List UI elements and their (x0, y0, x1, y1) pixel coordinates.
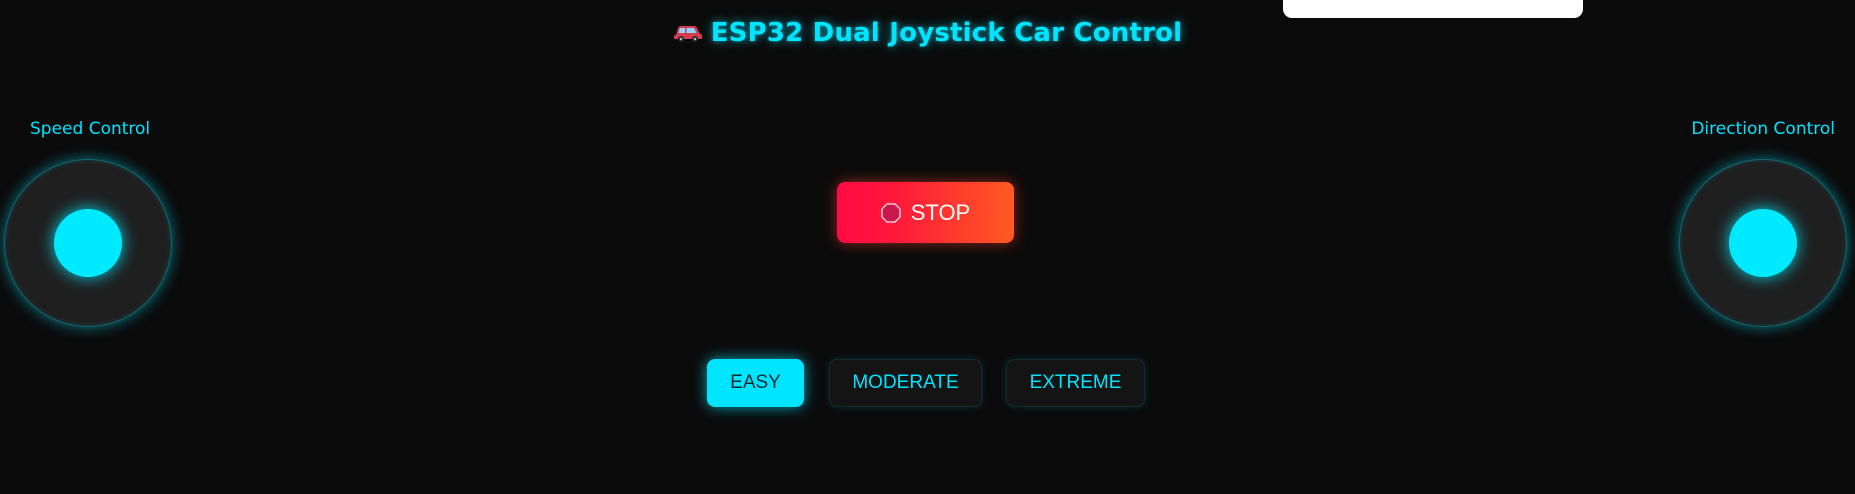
page-title-text: ESP32 Dual Joystick Car Control (710, 18, 1183, 48)
mode-moderate-button[interactable]: MODERATE (829, 359, 982, 407)
mode-extreme-button[interactable]: EXTREME (1006, 359, 1145, 407)
page-title: ESP32 Dual Joystick Car Control (0, 18, 1855, 48)
speed-joystick[interactable] (4, 159, 172, 327)
speed-joystick-knob[interactable] (54, 209, 122, 277)
speed-control-label: Speed Control (30, 119, 151, 139)
stop-sign-icon (880, 202, 901, 223)
car-control-page: ESP32 Dual Joystick Car Control Speed Co… (0, 0, 1855, 494)
stop-button-label: STOP (910, 199, 971, 225)
car-icon (673, 20, 703, 42)
direction-control-label: Direction Control (1691, 119, 1835, 139)
overlay-card (1283, 0, 1583, 18)
stop-button[interactable]: STOP (837, 182, 1014, 243)
direction-joystick-knob[interactable] (1729, 209, 1797, 277)
direction-joystick[interactable] (1679, 159, 1847, 327)
mode-easy-button[interactable]: EASY (707, 359, 804, 407)
